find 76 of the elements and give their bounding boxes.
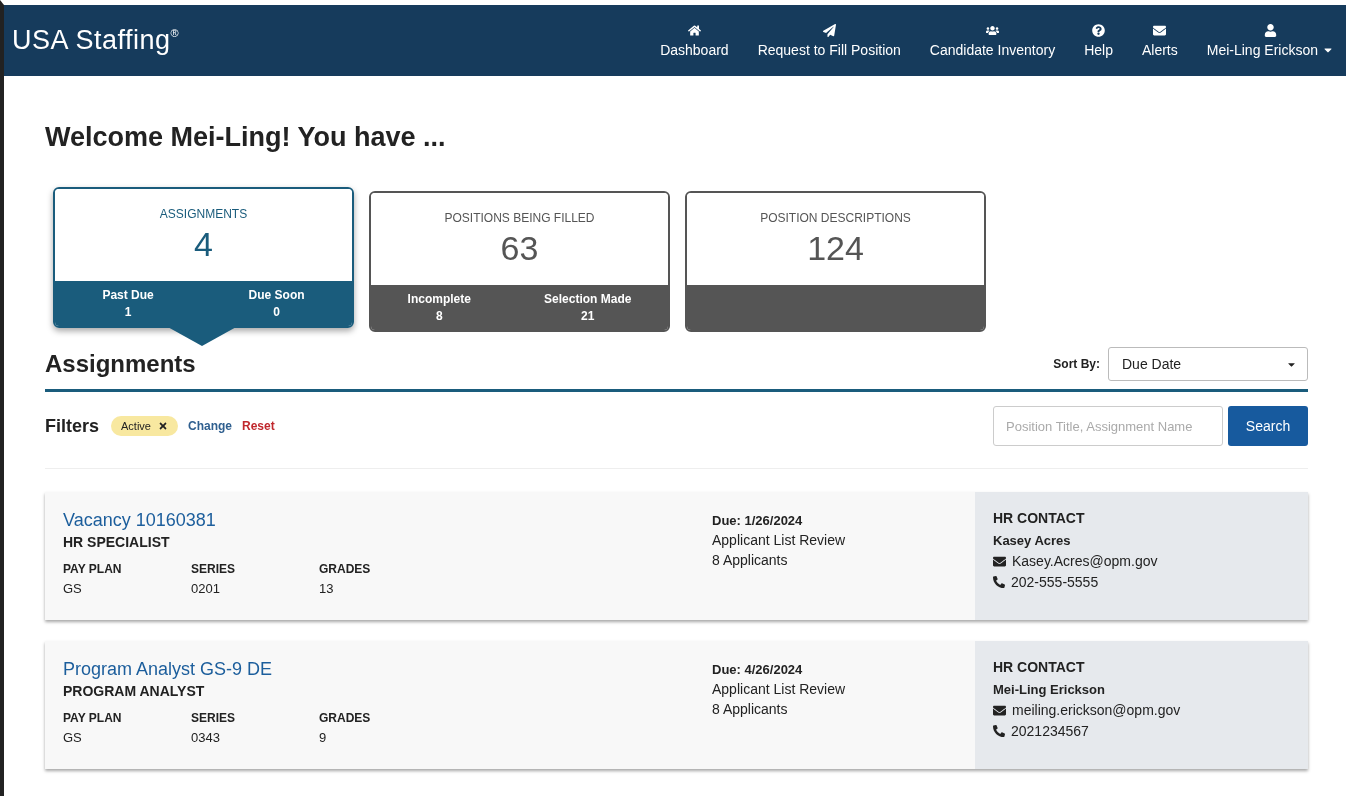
field-value: GS bbox=[63, 581, 83, 596]
search-field[interactable]: Position Title, Assignment Name bbox=[993, 406, 1223, 446]
search-button[interactable]: Search bbox=[1228, 406, 1308, 446]
due-date: Due: 4/26/2024 bbox=[712, 662, 804, 677]
filters-label: Filters bbox=[45, 415, 100, 437]
close-icon[interactable] bbox=[158, 421, 168, 431]
contact-heading: HR CONTACT bbox=[993, 510, 1086, 526]
applicant-count: 8 Applicants bbox=[712, 701, 789, 717]
stage-text: Applicant List Review bbox=[712, 681, 847, 697]
users-icon bbox=[986, 23, 999, 37]
stat-value: 0 bbox=[273, 305, 280, 319]
field-value: 0343 bbox=[191, 730, 221, 745]
nav-item[interactable]: Help bbox=[1084, 23, 1113, 58]
field-label: GRADES bbox=[319, 562, 372, 576]
sort-label: Sort By: bbox=[1053, 357, 1100, 371]
home-icon bbox=[687, 23, 701, 37]
due-date: Due: 1/26/2024 bbox=[712, 513, 804, 528]
applicant-count: 8 Applicants bbox=[712, 552, 789, 568]
sort-dropdown[interactable]: Due Date bbox=[1108, 347, 1308, 381]
logo[interactable]: USA Staffing® bbox=[12, 25, 180, 56]
tile-count: 124 bbox=[807, 229, 864, 268]
stat-label: Past Due bbox=[102, 288, 154, 302]
nav-item[interactable]: Request to Fill Position bbox=[757, 23, 901, 58]
field-label: SERIES bbox=[191, 562, 236, 576]
field-value: GS bbox=[63, 730, 83, 745]
contact-phone: 202-555-5555 bbox=[1011, 574, 1099, 590]
phone-icon bbox=[993, 725, 1005, 737]
field-value: 13 bbox=[319, 581, 335, 596]
envelope-icon bbox=[993, 554, 1006, 568]
summary-tile[interactable]: POSITIONS BEING FILLED 63 Incomplete 8 Selection Made 21 bbox=[369, 191, 670, 332]
stat-label: Due Soon bbox=[248, 288, 305, 302]
stat-value: 21 bbox=[581, 309, 595, 323]
nav-item[interactable]: Alerts bbox=[1141, 23, 1178, 58]
tile-count: 63 bbox=[500, 229, 539, 268]
contact-email: Kasey.Acres@opm.gov bbox=[1012, 553, 1158, 569]
tile-count: 4 bbox=[194, 225, 213, 264]
assignment-link[interactable]: Program Analyst GS-9 DE bbox=[63, 659, 712, 680]
summary-tile[interactable]: POSITION DESCRIPTIONS 124 bbox=[685, 191, 986, 332]
field-label: SERIES bbox=[191, 711, 236, 725]
tile-title: POSITION DESCRIPTIONS bbox=[760, 211, 911, 225]
phone-icon bbox=[993, 576, 1005, 588]
contact-email: meiling.erickson@opm.gov bbox=[1012, 702, 1181, 718]
nav-item[interactable]: Dashboard bbox=[660, 23, 729, 58]
nav-item[interactable]: Mei-Ling Erickson bbox=[1206, 23, 1334, 58]
position-title: HR SPECIALIST bbox=[63, 534, 171, 550]
paper-plane-icon bbox=[822, 23, 836, 37]
field-value: 0201 bbox=[191, 581, 221, 596]
nav-item[interactable]: Candidate Inventory bbox=[929, 23, 1056, 58]
contact-name: Kasey Acres bbox=[993, 533, 1072, 548]
user-icon bbox=[1263, 23, 1277, 37]
stat-value: 8 bbox=[435, 309, 443, 323]
assignment-link[interactable]: Vacancy 10160381 bbox=[63, 510, 712, 531]
stat-label: Incomplete bbox=[407, 292, 471, 306]
welcome-heading: Welcome Mei-Ling! You have ... bbox=[45, 122, 447, 153]
contact-heading: HR CONTACT bbox=[993, 659, 1086, 675]
contact-phone: 2021234567 bbox=[1011, 723, 1089, 739]
stat-label: Selection Made bbox=[544, 292, 632, 306]
section-heading: Assignments bbox=[45, 350, 196, 378]
tile-title: POSITIONS BEING FILLED bbox=[444, 211, 595, 225]
field-label: PAY PLAN bbox=[63, 711, 123, 725]
pointer-icon bbox=[166, 326, 238, 346]
reset-link[interactable]: Reset bbox=[242, 419, 275, 433]
envelope-icon bbox=[993, 703, 1006, 717]
field-label: GRADES bbox=[319, 711, 372, 725]
change-link[interactable]: Change bbox=[188, 419, 232, 433]
summary-tile[interactable]: ASSIGNMENTS 4 Past Due 1 Due Soon 0 bbox=[53, 187, 354, 328]
help-icon bbox=[1092, 23, 1106, 37]
stat-value: 1 bbox=[124, 305, 132, 319]
contact-name: Mei-Ling Erickson bbox=[993, 682, 1106, 697]
tile-title: ASSIGNMENTS bbox=[159, 207, 248, 221]
envelope-icon bbox=[1153, 23, 1167, 37]
field-label: PAY PLAN bbox=[63, 562, 123, 576]
stage-text: Applicant List Review bbox=[712, 532, 847, 548]
filter-chip[interactable]: Active bbox=[111, 416, 178, 436]
position-title: PROGRAM ANALYST bbox=[63, 683, 206, 699]
field-value: 9 bbox=[319, 730, 328, 745]
